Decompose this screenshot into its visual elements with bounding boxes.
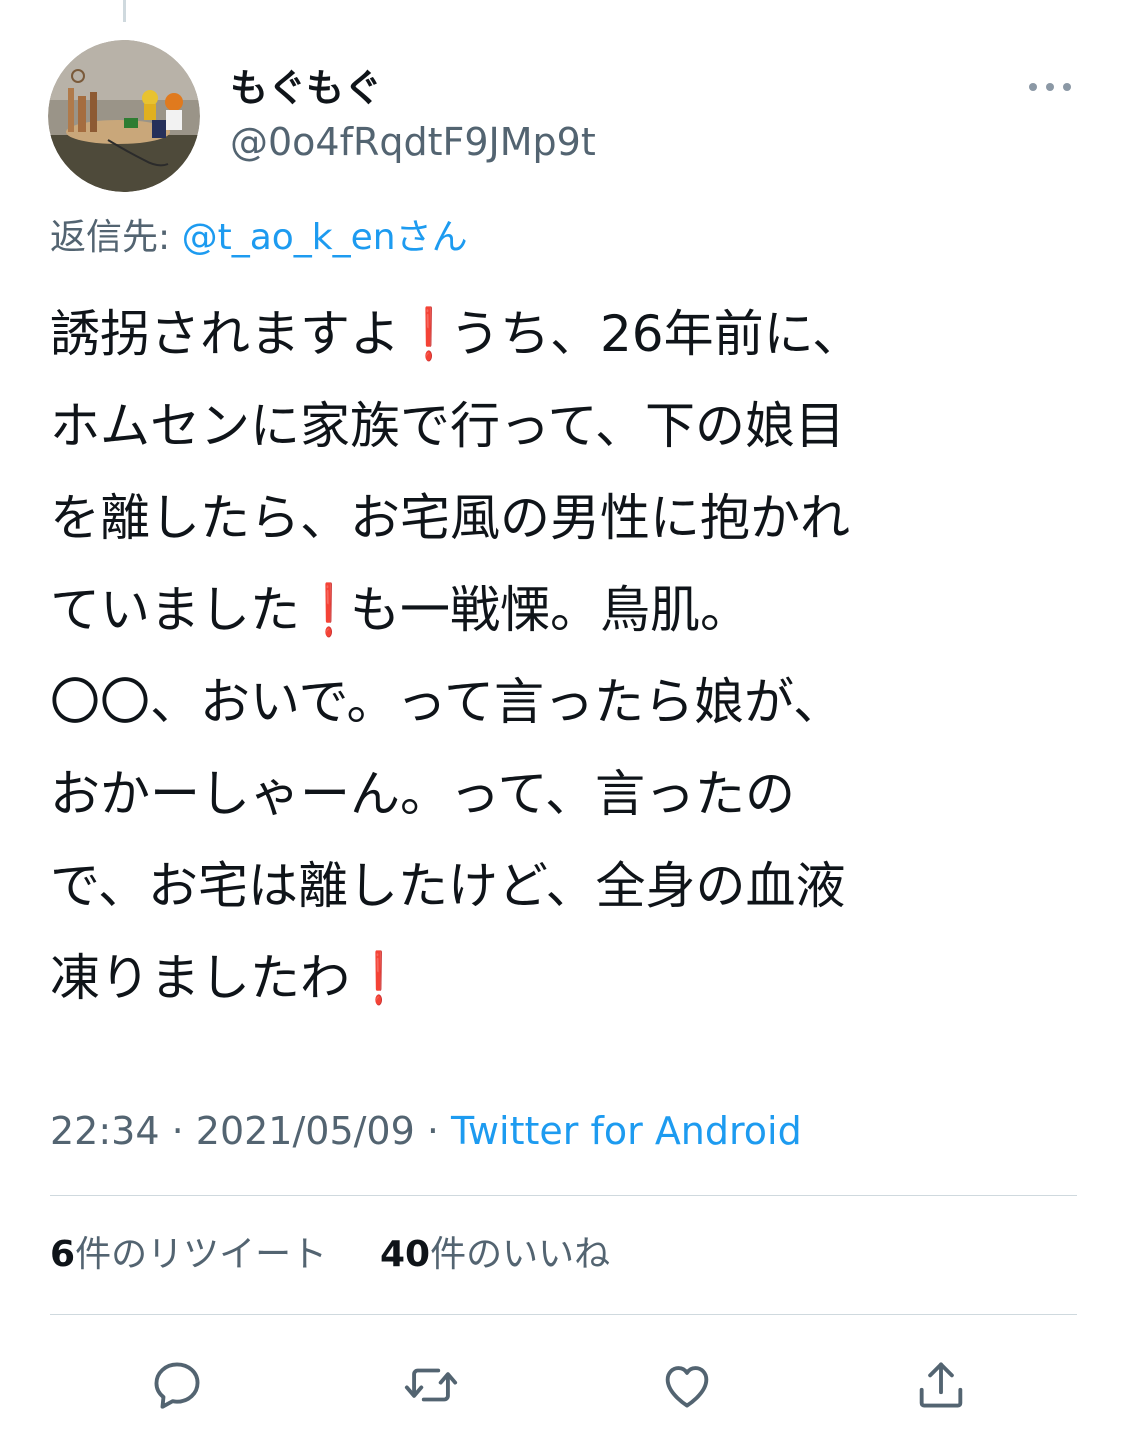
more-options-button[interactable] <box>1024 72 1076 102</box>
exclamation-emoji: ❗ <box>310 581 348 639</box>
tweet-text: 誘拐されますよ ❗うち、26年前に、 ホムセンに家族で行って、下の娘目 を離したら… <box>50 288 1090 1024</box>
tweet-text-segment: うち、26年前に、 <box>450 305 863 363</box>
exclamation-emoji: ❗ <box>360 949 398 1007</box>
tweet-text-segment: で、お宅は離したけど、全身の血液 <box>50 857 846 915</box>
tweet-line: 〇〇、おいで。って言ったら娘が、 <box>50 656 1090 748</box>
tweet-text-segment: ホムセンに家族で行って、下の娘目 <box>50 397 845 455</box>
tweet-text-segment: も一戦慄。鳥肌。 <box>350 581 750 639</box>
retweets-label: 件のリツイート <box>75 1234 328 1275</box>
retweets-stat[interactable]: 6件のリツイート <box>50 1230 327 1280</box>
reply-context: 返信先: @t_ao_k_enさん <box>50 214 468 262</box>
divider <box>50 1195 1077 1196</box>
tweet-line: 凍りましたわ ❗ <box>50 932 1090 1024</box>
tweet-line: を離したら、お宅風の男性に抱かれ <box>50 472 1090 564</box>
tweet-line: ていました ❗も一戦慄。鳥肌。 <box>50 564 1090 656</box>
share-button[interactable] <box>912 1356 970 1414</box>
user-handle[interactable]: @0o4fRqdtF9JMp9t <box>230 118 596 166</box>
tweet-meta: 22:34 · 2021/05/09 · Twitter for Android <box>50 1106 802 1156</box>
thread-connector-line <box>123 0 126 22</box>
tweet-line: ホムセンに家族で行って、下の娘目 <box>50 380 1090 472</box>
avatar[interactable] <box>48 40 200 192</box>
reply-icon <box>154 1362 200 1409</box>
heart-icon <box>665 1366 709 1408</box>
engagement-stats: 6件のリツイート 40件のいいね <box>50 1230 610 1280</box>
retweets-count: 6 <box>50 1234 76 1275</box>
tweet-time[interactable]: 22:34 <box>50 1109 160 1153</box>
likes-count: 40 <box>379 1234 431 1275</box>
retweet-button[interactable] <box>402 1356 460 1414</box>
exclamation-emoji: ❗ <box>410 305 448 363</box>
tweet-line: で、お宅は離したけど、全身の血液 <box>50 840 1090 932</box>
tweet-text-segment: 誘拐されますよ <box>50 305 400 363</box>
meta-separator: · <box>159 1109 196 1153</box>
reply-button[interactable] <box>148 1356 206 1414</box>
tweet-line: おかーしゃーん。って、言ったの <box>50 748 1090 840</box>
tweet-source-link[interactable]: Twitter for Android <box>451 1109 802 1153</box>
tweet-text-segment: を離したら、お宅風の男性に抱かれ <box>50 489 850 547</box>
tweet-text-segment: おかーしゃーん。って、言ったの <box>50 765 795 823</box>
tweet-line: 誘拐されますよ ❗うち、26年前に、 <box>50 288 1090 380</box>
divider <box>50 1314 1077 1315</box>
tweet-text-segment: 〇〇、おいで。って言ったら娘が、 <box>50 673 843 731</box>
avatar-image <box>48 40 200 192</box>
display-name[interactable]: もぐもぐ <box>230 64 382 112</box>
tweet-date[interactable]: 2021/05/09 <box>196 1109 415 1153</box>
likes-stat[interactable]: 40件のいいね <box>380 1230 610 1280</box>
tweet-text-segment: 凍りましたわ <box>50 949 350 1007</box>
reply-prefix: 返信先: <box>50 217 182 258</box>
like-button[interactable] <box>658 1356 716 1414</box>
reply-mention-link[interactable]: @t_ao_k_enさん <box>182 217 468 258</box>
reply-mention-handle: @t_ao_k_en <box>181 217 396 258</box>
retweet-icon <box>404 1368 458 1402</box>
tweet-text-segment: ていました <box>50 581 300 639</box>
meta-separator: · <box>414 1109 452 1153</box>
more-horizontal-icon <box>1029 83 1071 91</box>
reply-mention-suffix: さん <box>395 217 468 258</box>
share-icon <box>919 1362 963 1408</box>
likes-label: 件のいいね <box>430 1234 611 1275</box>
